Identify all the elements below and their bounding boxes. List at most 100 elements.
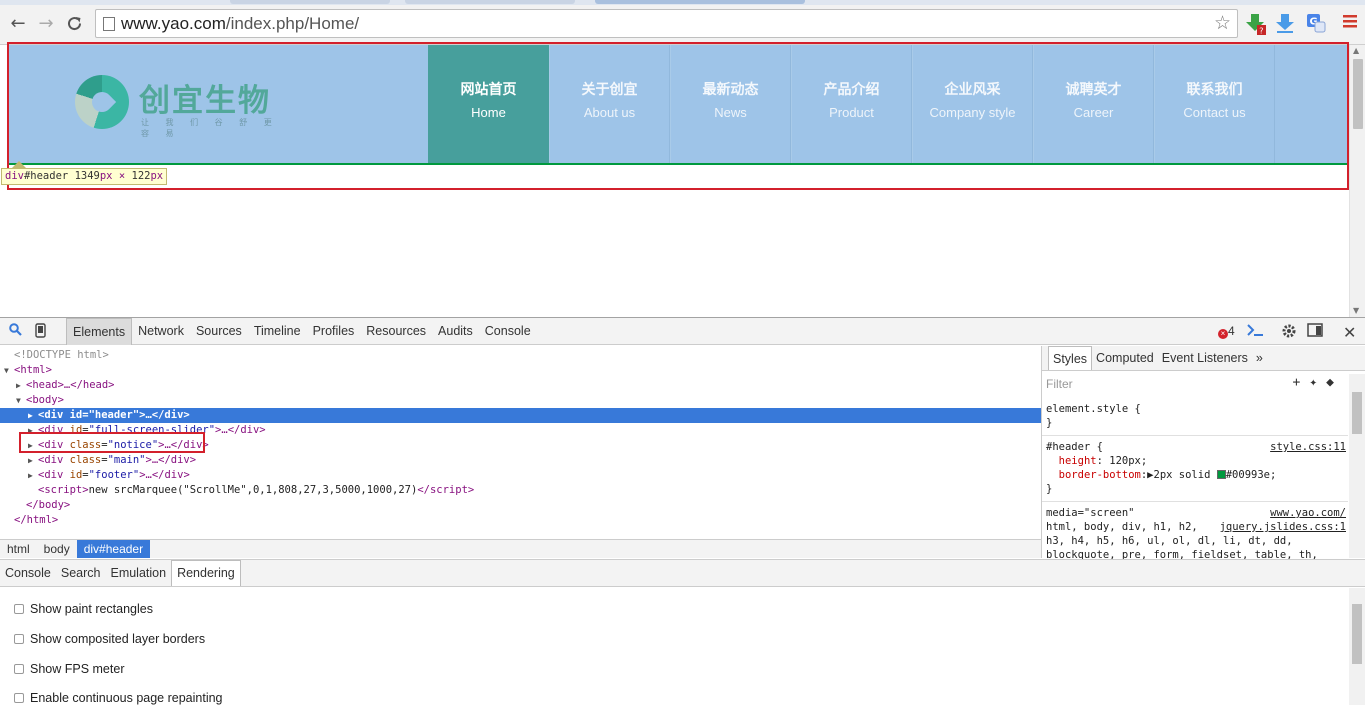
expand-triangle-icon[interactable]: ▼ bbox=[4, 363, 14, 378]
scroll-thumb[interactable] bbox=[1353, 59, 1363, 129]
header-rule-source[interactable]: style.css:11 bbox=[1270, 440, 1346, 454]
svg-text:?: ? bbox=[1259, 27, 1263, 36]
menu-icon[interactable] bbox=[1341, 12, 1363, 34]
styles-filter-input[interactable]: Filter bbox=[1046, 377, 1073, 391]
checkbox[interactable] bbox=[14, 693, 24, 703]
url-text[interactable]: www.yao.com/index.php/Home/ bbox=[121, 14, 359, 34]
expand-triangle-icon[interactable]: ▼ bbox=[16, 393, 26, 408]
styles-scrollbar[interactable] bbox=[1349, 374, 1365, 558]
tab-profiles[interactable]: Profiles bbox=[307, 318, 361, 345]
nav-item-about[interactable]: 关于创宜 About us bbox=[549, 45, 670, 163]
dock-side-icon[interactable] bbox=[1307, 323, 1323, 341]
checkbox[interactable] bbox=[14, 664, 24, 674]
option-fps-meter[interactable]: Show FPS meter bbox=[14, 662, 124, 676]
add-rule-icon[interactable]: + bbox=[1293, 375, 1310, 390]
back-icon[interactable]: ← bbox=[7, 12, 29, 34]
dom-html-close[interactable]: </html> bbox=[14, 513, 1055, 528]
scroll-down-icon[interactable]: ▼ bbox=[1353, 306, 1359, 315]
element-style-rule[interactable]: element.style { bbox=[1046, 402, 1346, 416]
dom-body-close[interactable]: </body> bbox=[26, 498, 1067, 513]
dom-script[interactable]: <script>new srcMarquee("ScrollMe",0,1,80… bbox=[38, 483, 1079, 498]
more-tabs-icon[interactable]: » bbox=[1252, 346, 1267, 370]
device-mode-icon[interactable] bbox=[35, 323, 46, 342]
checkbox[interactable] bbox=[14, 604, 24, 614]
dom-main-div[interactable]: ▶ <div class="main">…</div> bbox=[28, 453, 1069, 468]
nav-item-home[interactable]: 网站首页 Home bbox=[428, 45, 549, 163]
drawer-tab-search[interactable]: Search bbox=[56, 560, 106, 586]
tab-network[interactable]: Network bbox=[132, 318, 190, 345]
media-rule[interactable]: media="screen" www.yao.com/ bbox=[1046, 506, 1346, 520]
forward-icon[interactable]: → bbox=[35, 12, 57, 34]
breadcrumb-html[interactable]: html bbox=[0, 540, 37, 558]
translate-icon[interactable]: G bbox=[1305, 12, 1327, 34]
drawer-scrollbar[interactable] bbox=[1349, 588, 1365, 705]
scroll-thumb[interactable] bbox=[1352, 604, 1362, 664]
checkbox[interactable] bbox=[14, 634, 24, 644]
height-declaration[interactable]: height: 120px; bbox=[1046, 454, 1346, 468]
error-counter[interactable]: × 4 bbox=[1218, 324, 1235, 339]
toggle-state-icon[interactable]: ◆ bbox=[1326, 375, 1343, 390]
browser-tab[interactable] bbox=[405, 0, 575, 4]
scroll-thumb[interactable] bbox=[1352, 392, 1362, 434]
border-declaration[interactable]: border-bottom:▶2px solid #00993e; bbox=[1046, 468, 1346, 482]
tab-resources[interactable]: Resources bbox=[360, 318, 432, 345]
inspect-search-icon[interactable] bbox=[9, 323, 22, 340]
collapse-triangle-icon[interactable]: ▶ bbox=[28, 453, 38, 468]
console-drawer-icon[interactable] bbox=[1246, 323, 1264, 341]
collapse-triangle-icon[interactable]: ▶ bbox=[28, 408, 38, 423]
collapse-triangle-icon[interactable]: ▶ bbox=[28, 468, 38, 483]
option-layer-borders[interactable]: Show composited layer borders bbox=[14, 632, 205, 646]
bookmark-star-icon[interactable]: ☆ bbox=[1214, 12, 1231, 34]
tab-sources[interactable]: Sources bbox=[190, 318, 248, 345]
browser-tab[interactable] bbox=[230, 0, 390, 4]
dom-html[interactable]: ▼ <html> bbox=[4, 363, 1045, 378]
nav-item-career[interactable]: 诚聘英才 Career bbox=[1033, 45, 1154, 163]
drawer-tab-rendering[interactable]: Rendering bbox=[171, 560, 241, 586]
reset-rule-line[interactable]: h3, h4, h5, h6, ul, ol, dl, li, dt, dd, bbox=[1046, 534, 1346, 548]
rule-divider bbox=[1042, 435, 1348, 436]
dom-footer-div[interactable]: ▶ <div id="footer">…</div> bbox=[28, 468, 1069, 483]
reload-icon[interactable] bbox=[63, 12, 85, 34]
drawer-tab-console[interactable]: Console bbox=[0, 560, 56, 586]
settings-gear-icon[interactable] bbox=[1281, 323, 1297, 343]
close-devtools-icon[interactable]: ✕ bbox=[1343, 323, 1356, 342]
nav-item-contact[interactable]: 联系我们 Contact us bbox=[1154, 45, 1275, 163]
address-bar[interactable]: www.yao.com/index.php/Home/ ☆ bbox=[95, 9, 1238, 38]
tab-elements[interactable]: Elements bbox=[66, 318, 133, 345]
browser-toolbar: ← → www.yao.com/index.php/Home/ ☆ ? G bbox=[0, 0, 1365, 45]
reset-rule-source[interactable]: jquery.jslides.css:1 bbox=[1220, 520, 1346, 534]
tab-timeline[interactable]: Timeline bbox=[248, 318, 307, 345]
dom-tree: <!DOCTYPE html> ▼ <html> ▶ <head>…</head> … bbox=[0, 346, 1041, 539]
breadcrumb-body[interactable]: body bbox=[37, 540, 77, 558]
pin-icon[interactable]: ✦ bbox=[1309, 375, 1326, 390]
dom-body[interactable]: ▼ <body> bbox=[16, 393, 1057, 408]
dom-doctype[interactable]: <!DOCTYPE html> bbox=[14, 348, 1055, 363]
tab-styles[interactable]: Styles bbox=[1048, 346, 1093, 370]
nav-item-company-style[interactable]: 企业风采 Company style bbox=[912, 45, 1033, 163]
scroll-up-icon[interactable]: ▲ bbox=[1353, 46, 1359, 55]
collapse-triangle-icon[interactable]: ▶ bbox=[16, 378, 26, 393]
tab-console[interactable]: Console bbox=[479, 318, 537, 345]
download-extension-icon[interactable]: ? bbox=[1244, 12, 1266, 36]
dom-highlight-box bbox=[19, 432, 205, 453]
tab-computed[interactable]: Computed bbox=[1092, 346, 1158, 370]
reset-rule-line[interactable]: html, body, div, h1, h2, jquery.jslides.c… bbox=[1046, 520, 1346, 534]
site-logo[interactable]: 创宜生物 让 我 们 谷 舒 更 容 易 bbox=[75, 75, 285, 138]
download-arrow-icon[interactable] bbox=[1274, 12, 1296, 34]
color-swatch[interactable] bbox=[1216, 470, 1226, 479]
dom-head[interactable]: ▶ <head>…</head> bbox=[16, 378, 1057, 393]
tab-event-listeners[interactable]: Event Listeners bbox=[1158, 346, 1252, 370]
tab-audits[interactable]: Audits bbox=[432, 318, 479, 345]
option-continuous-repaint[interactable]: Enable continuous page repainting bbox=[14, 691, 223, 705]
option-paint-rectangles[interactable]: Show paint rectangles bbox=[14, 602, 153, 616]
page-scrollbar[interactable]: ▲ ▼ bbox=[1349, 45, 1365, 317]
header-rule-selector[interactable]: #header {style.css:11 bbox=[1046, 440, 1346, 454]
drawer-tab-emulation[interactable]: Emulation bbox=[105, 560, 171, 586]
dom-header-div[interactable]: ▶ <div id="header">…</div> bbox=[0, 408, 1041, 423]
error-icon: × bbox=[1218, 329, 1228, 339]
nav-item-product[interactable]: 产品介绍 Product bbox=[791, 45, 912, 163]
media-source[interactable]: www.yao.com/ bbox=[1270, 506, 1346, 520]
breadcrumb-header[interactable]: div#header bbox=[76, 540, 151, 558]
nav-item-news[interactable]: 最新动态 News bbox=[670, 45, 791, 163]
browser-tab-active[interactable] bbox=[595, 0, 805, 4]
